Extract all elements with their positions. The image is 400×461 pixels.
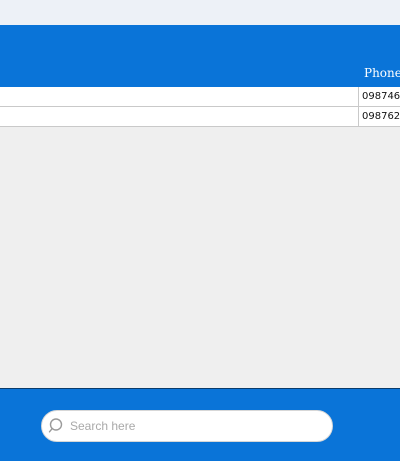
cell-phone[interactable]: 0987623 [358,107,400,126]
search-box[interactable] [41,410,333,442]
table-row[interactable]: 0987463 [0,87,400,107]
window-top-strip [0,0,400,25]
search-icon [48,417,66,435]
column-header-phone[interactable]: Phone [358,60,400,87]
table-header: Phone [0,60,400,87]
cell-phone[interactable]: 0987463 [358,87,400,106]
search-input[interactable] [70,411,320,441]
table-empty-area [0,127,400,388]
footer-bar [0,388,400,461]
table-body: 0987463 0987623 [0,87,400,127]
table-row[interactable]: 0987623 [0,107,400,127]
app-header-bar [0,25,400,61]
